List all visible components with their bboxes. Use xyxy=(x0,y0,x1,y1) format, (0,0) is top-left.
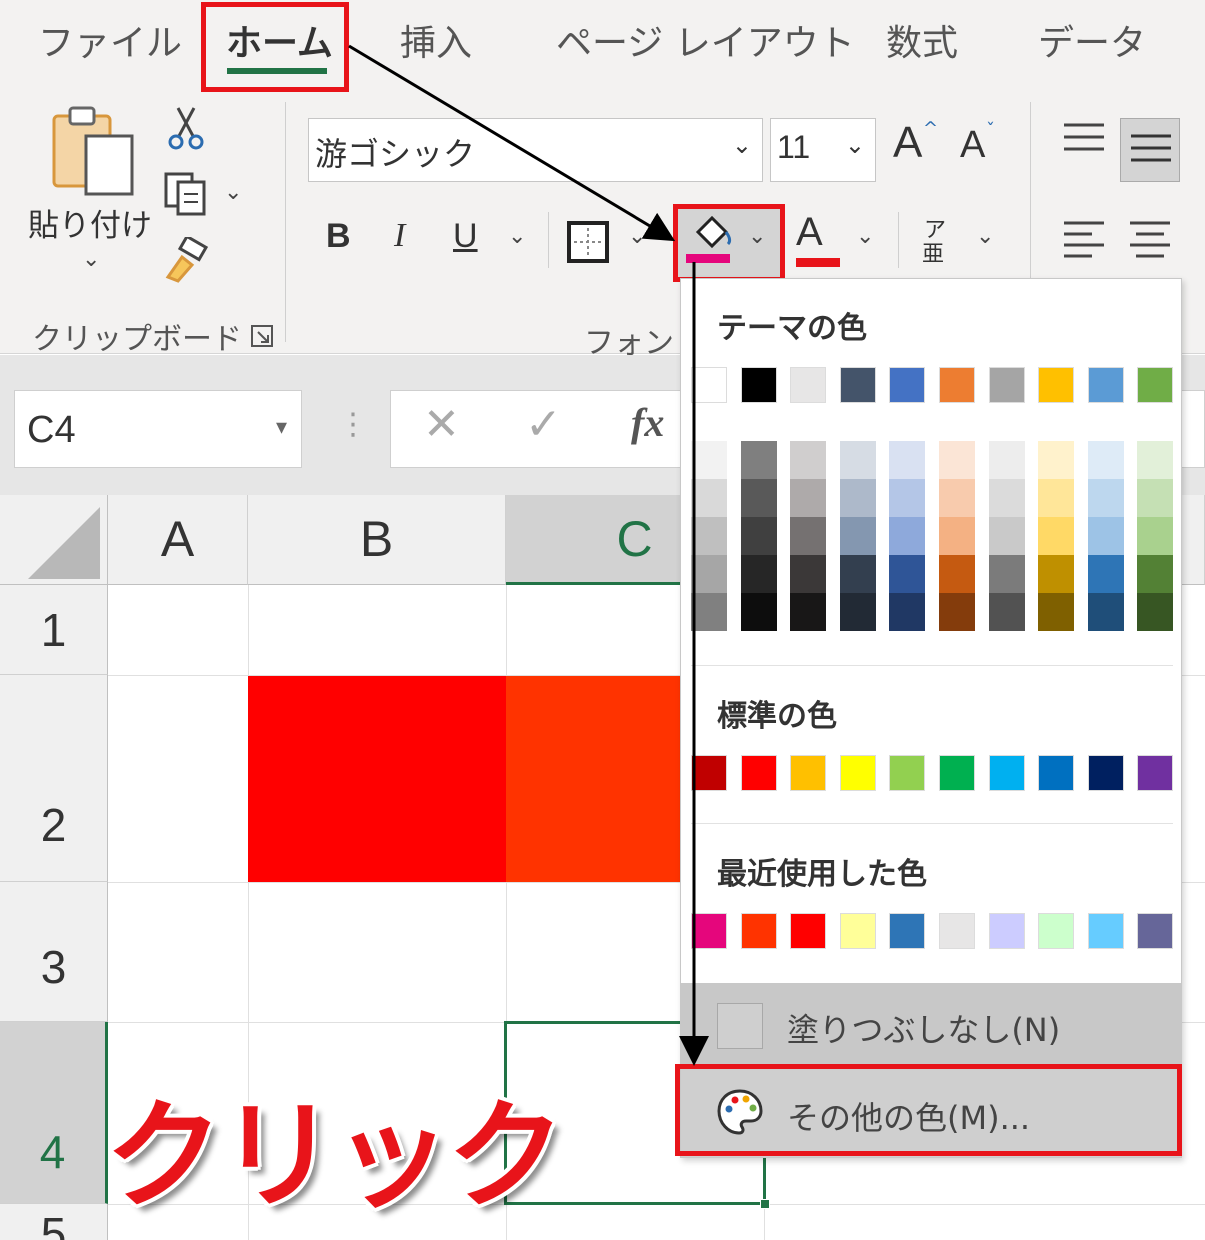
annotation-arrow-down xyxy=(679,262,709,1066)
click-annotation: クリック xyxy=(105,1087,565,1225)
